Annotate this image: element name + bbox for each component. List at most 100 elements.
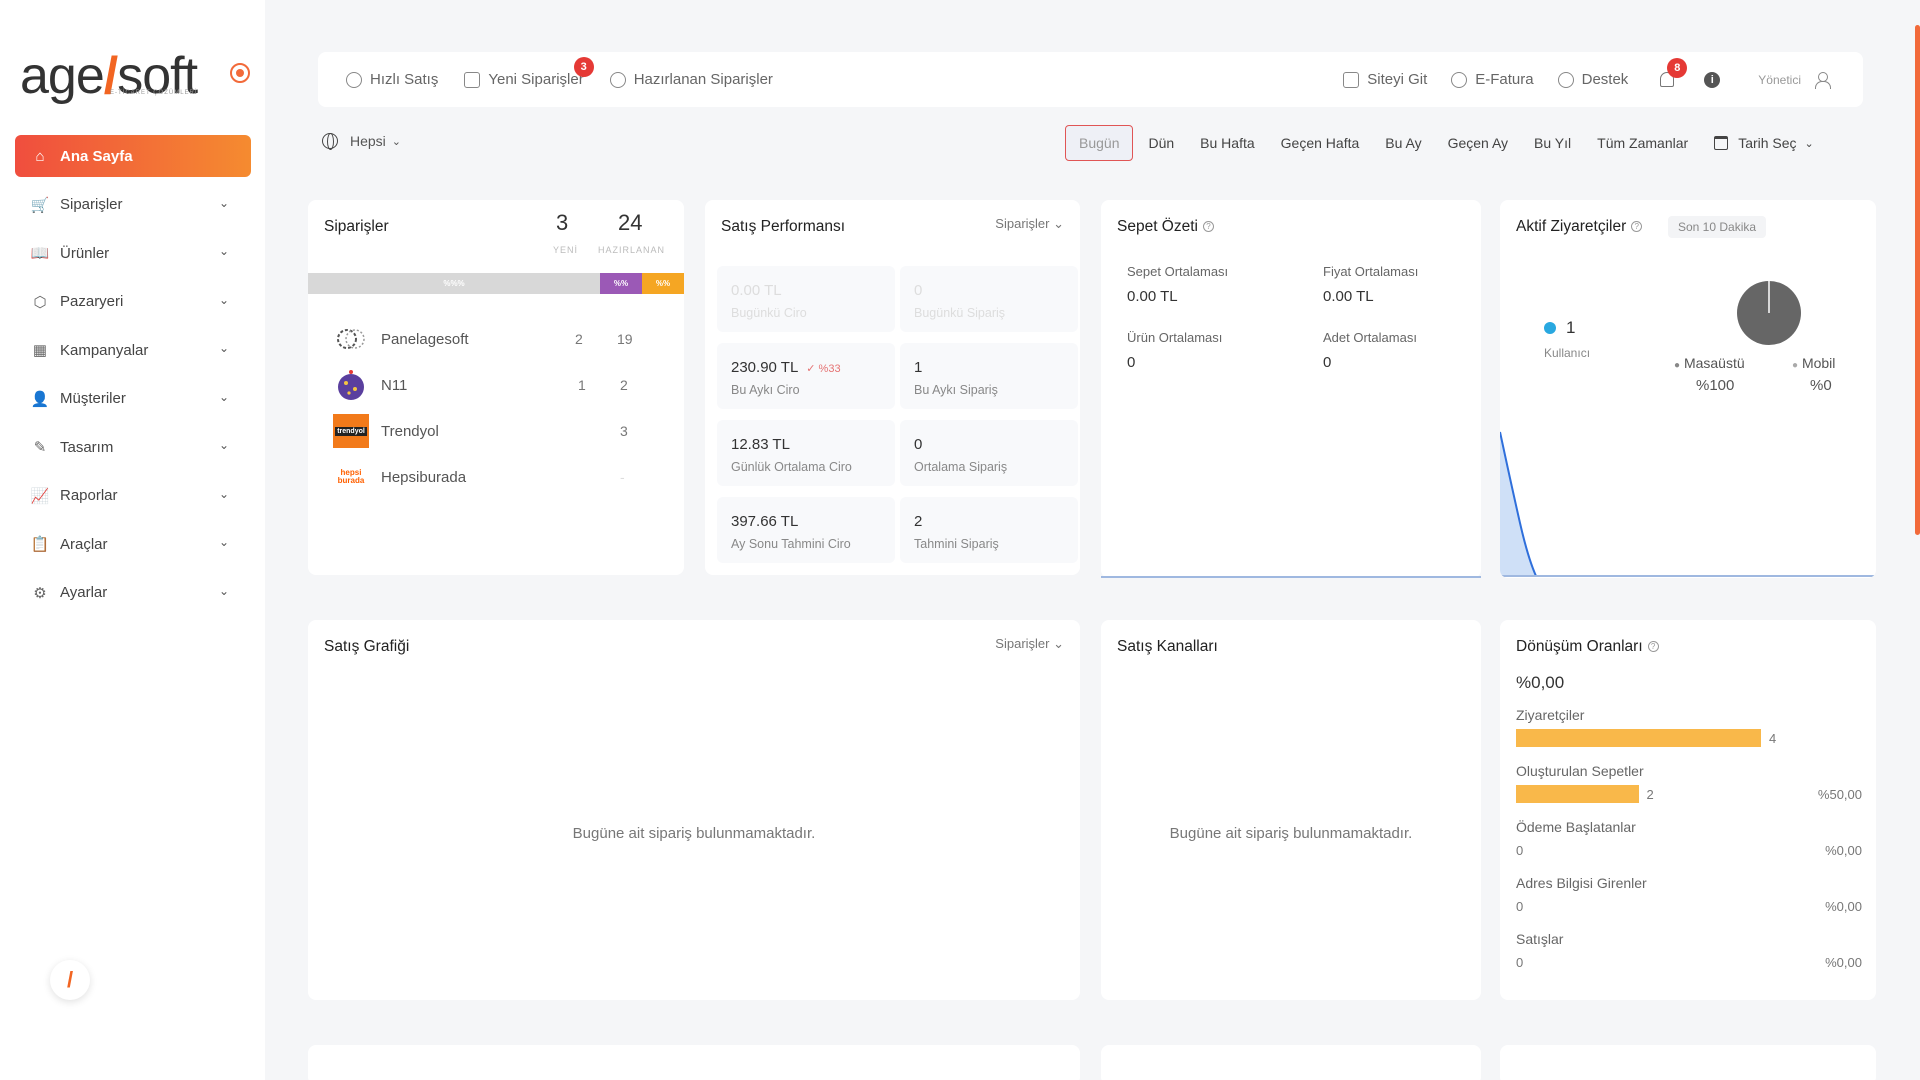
help-icon[interactable]: ? [1203, 221, 1214, 233]
target-icon[interactable] [230, 63, 250, 83]
help-icon[interactable]: ? [1647, 641, 1659, 653]
sidebar-item-7[interactable]: 📈 Raporlar ⌄ [15, 475, 251, 517]
page-scrollbar[interactable] [1915, 25, 1920, 535]
cart-icon: 🛒 [30, 196, 50, 214]
active-visitors-title: Aktif Ziyaretçiler? [1516, 218, 1643, 236]
tile-delta: ✓ %33 [806, 363, 841, 375]
scope-select[interactable]: Hepsi ⌄ [322, 133, 402, 150]
range-filter-7[interactable]: Tüm Zamanlar [1584, 125, 1701, 161]
go-to-site-link[interactable]: Siteyi Git [1343, 71, 1427, 88]
avg-price-value: 0.00 TL [1323, 288, 1374, 305]
marketplace-row-hepsiburada[interactable]: hepsi burada Hepsiburada - [333, 459, 663, 495]
performance-tile[interactable]: 0 Bugünkü Sipariş [900, 266, 1078, 332]
performance-tile[interactable]: 230.90 TL ✓ %33 Bu Aykı Ciro [717, 343, 895, 409]
funnel-pct: %0,00 [1825, 899, 1862, 914]
sidebar-item-6[interactable]: ✎ Tasarım ⌄ [15, 426, 251, 468]
sidebar-item-3[interactable]: ⬡ Pazaryeri ⌄ [15, 281, 251, 323]
performance-tile[interactable]: 397.66 TL Ay Sonu Tahmini Ciro [717, 497, 895, 563]
funnel-count: 0 [1516, 899, 1524, 914]
user-menu[interactable]: Yönetici [1758, 71, 1831, 89]
home-icon: ⌂ [35, 147, 45, 165]
tile-label: Ortalama Sipariş [914, 460, 1008, 474]
performance-tile[interactable]: 2 Tahmini Sipariş [900, 497, 1078, 563]
cart-summary-card: Sepet Özeti? Sepet Ortalaması 0.00 TL Fi… [1101, 200, 1481, 578]
performance-tile[interactable]: 12.83 TL Günlük Ortalama Ciro [717, 420, 895, 486]
sidebar-item-4[interactable]: ▦ Kampanyalar ⌄ [15, 329, 251, 371]
performance-tile[interactable]: 1 Bu Aykı Sipariş [900, 343, 1078, 409]
info-button[interactable]: i [1704, 71, 1721, 88]
chevron-down-icon: ⌄ [218, 341, 229, 355]
marketplace-prepared-count: - [620, 469, 625, 485]
marketplace-row-trendyol[interactable]: trendyol Trendyol 3 [333, 413, 663, 449]
marketplace-prepared-count: 2 [620, 377, 628, 393]
sidebar-item-label: Kampanyalar [60, 341, 149, 359]
performance-tile[interactable]: 0 Ortalama Sipariş [900, 420, 1078, 486]
cart-summary-title-text: Sepet Özeti [1117, 218, 1198, 235]
chevron-down-icon: ⌄ [391, 135, 402, 148]
sidebar-item-9[interactable]: ⚙ Ayarlar ⌄ [15, 572, 251, 614]
calendar-icon: ▦ [32, 342, 48, 359]
range-filter-5[interactable]: Geçen Ay [1435, 125, 1521, 161]
range-filter-3[interactable]: Geçen Hafta [1268, 125, 1373, 161]
sales-chart-card: Satış Grafiği Siparişler ⌄ Bugüne ait si… [308, 620, 1080, 1000]
funnel-pct: %50,00 [1817, 787, 1862, 802]
chevron-down-icon: ⌄ [218, 292, 229, 307]
marketplace-row-n11[interactable]: N11 1 2 [333, 367, 663, 403]
sidebar-item-2[interactable]: 📖 Ürünler ⌄ [15, 232, 251, 274]
tile-value: 230.90 TL ✓ %33 [731, 359, 841, 376]
range-filter-2[interactable]: Bu Hafta [1187, 125, 1267, 161]
legend-mobile: ● Mobil [1792, 355, 1835, 371]
conversion-title: Dönüşüm Oranları? [1516, 638, 1659, 656]
tile-label: Bu Aykı Ciro [731, 383, 800, 397]
marketplace-prepared-count: 19 [617, 331, 633, 347]
marketplace-row-panelagesoft[interactable]: Panelagesoft 2 19 [333, 321, 663, 357]
date-range-filters: Bugün Dün Bu Hafta Geçen Hafta Bu Ay Geçen Ay… [1065, 125, 1827, 161]
funnel-bar [1516, 729, 1761, 747]
performance-tile[interactable]: 0.00 TL Bugünkü Ciro [717, 266, 895, 332]
sidebar-item-label: Ana Sayfa [60, 147, 133, 165]
sidebar-item-label: Pazaryeri [60, 293, 124, 310]
prepared-orders-count[interactable]: 24 [618, 210, 642, 236]
tile-label: Tahmini Sipariş [914, 537, 999, 551]
invoice-icon [1451, 71, 1468, 88]
tile-value-text: 1 [914, 359, 923, 376]
marketplace-prepared-count: 3 [620, 423, 628, 439]
date-picker-button[interactable]: Tarih Seç ⌄ [1701, 125, 1827, 161]
brand-logo[interactable]: age/soft E-TİCARET ÇÖZÜMLERİ [20, 46, 198, 106]
orders-title: Siparişler [324, 218, 389, 235]
support-link[interactable]: Destek [1557, 71, 1628, 88]
visitors-period-select[interactable]: Son 10 Dakika [1668, 216, 1767, 238]
e-invoice-link[interactable]: E-Fatura [1451, 71, 1534, 88]
sidebar-item-1[interactable]: 🛒 Siparişler ⌄ [15, 184, 251, 226]
new-orders-count[interactable]: 3 [556, 210, 568, 236]
tile-label: Bu Aykı Sipariş [914, 383, 998, 397]
bar-segment-n11: %% [600, 273, 642, 294]
sidebar-item-5[interactable]: 👤 Müşteriler ⌄ [15, 378, 251, 420]
avg-price-label: Fiyat Ortalaması [1323, 264, 1419, 279]
sales-performance-dropdown[interactable]: Siparişler ⌄ [995, 216, 1064, 232]
range-filter-6[interactable]: Bu Yıl [1521, 125, 1584, 161]
prepared-orders-label: Hazırlanan Siparişler [633, 71, 773, 88]
chevron-down-icon: ⌄ [218, 195, 229, 210]
prepared-orders-link[interactable]: Hazırlanan Siparişler [609, 71, 773, 88]
quick-action-button[interactable]: / [50, 960, 90, 1000]
sidebar-item-8[interactable]: 📋 Araçlar ⌄ [15, 523, 251, 565]
book-icon: 📖 [30, 245, 50, 262]
range-filter-0[interactable]: Bugün [1065, 125, 1134, 161]
sidebar-item-label: Ayarlar [60, 584, 108, 601]
quick-sale-link[interactable]: Hızlı Satış [346, 71, 438, 88]
range-filter-4[interactable]: Bu Ay [1372, 125, 1434, 161]
sales-chart-empty-message: Bugüne ait sipariş bulunmamaktadır. [572, 825, 816, 842]
tile-value: 2 [914, 513, 922, 530]
sales-performance-title: Satış Performansı [721, 218, 846, 235]
new-orders-link[interactable]: Yeni Siparişler 3 [464, 57, 594, 88]
visitor-count-value: 1 [1566, 318, 1576, 337]
avg-qty-label: Adet Ortalaması [1323, 330, 1417, 345]
range-filter-1[interactable]: Dün [1135, 125, 1187, 161]
tile-value-text: 0.00 TL [731, 282, 782, 299]
sales-chart-dropdown[interactable]: Siparişler ⌄ [995, 636, 1064, 652]
chevron-down-icon: ⌄ [218, 389, 229, 404]
notifications-button[interactable]: 8 [1660, 58, 1688, 87]
help-icon[interactable]: ? [1631, 221, 1643, 233]
sidebar-item-0[interactable]: ⌂ Ana Sayfa [15, 135, 251, 177]
